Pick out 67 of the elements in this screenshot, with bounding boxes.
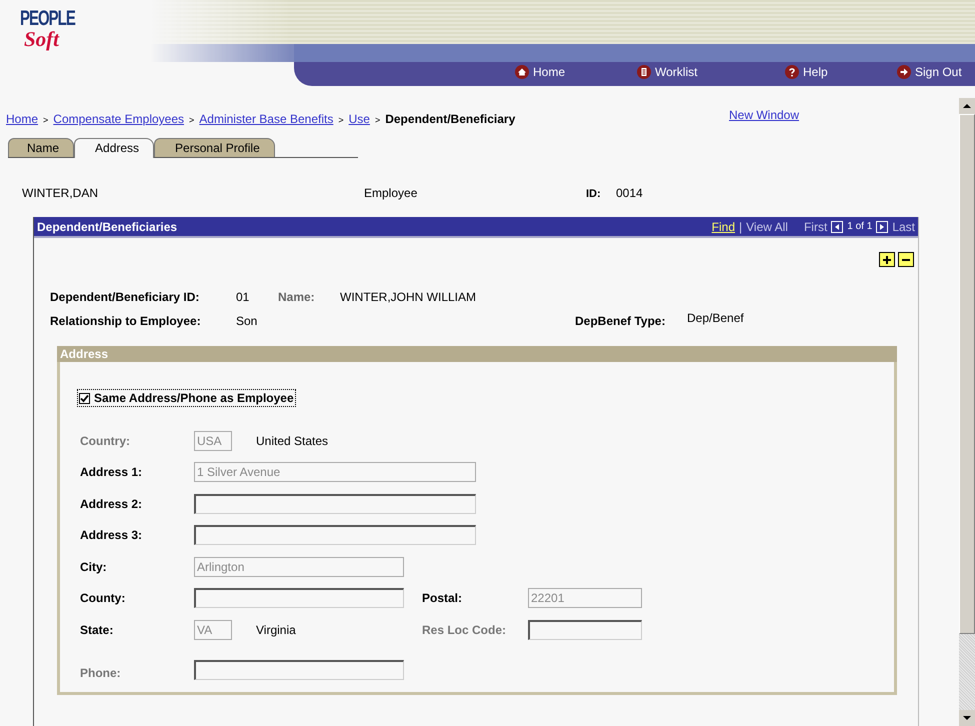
field-label: Relationship to Employee:	[50, 314, 202, 328]
id-value: 0014	[616, 186, 643, 200]
document-icon	[637, 65, 651, 79]
last-text: Last	[892, 220, 915, 234]
field-label: DepBenef Type:	[575, 314, 666, 328]
nav-link[interactable]: Worklist	[637, 64, 785, 80]
delete-row-icon[interactable]	[898, 252, 914, 267]
first-text: First	[804, 220, 828, 234]
field-label: Res Loc Code:	[422, 622, 508, 637]
next-icon[interactable]	[876, 220, 888, 232]
section-header: Address	[57, 346, 897, 362]
page-count: 1 of 1	[847, 221, 872, 232]
field-label: Postal:	[422, 591, 464, 606]
field-label: County:	[80, 591, 126, 606]
same-address-checkbox[interactable]: Same Address/Phone as Employee	[77, 389, 296, 407]
field-label: State:	[80, 622, 114, 637]
separator-text: >	[189, 115, 194, 125]
field-label: Address 1:	[80, 465, 144, 480]
separator-text: >	[374, 115, 380, 125]
previous-icon[interactable]	[831, 220, 844, 232]
separator-text: >	[338, 115, 344, 125]
id-label: ID:	[586, 188, 602, 200]
field-label: Address 3:	[80, 528, 144, 542]
input-field[interactable]	[194, 660, 404, 680]
separator-text: |	[739, 220, 742, 234]
field-label: City:	[80, 560, 108, 574]
field-label: Phone:	[80, 666, 122, 680]
nav-link[interactable]: Help	[785, 64, 897, 80]
tab[interactable]: Address	[74, 138, 154, 158]
breadcrumb-link[interactable]: Administer Base Benefits	[199, 112, 334, 126]
field-description: United States	[256, 434, 328, 448]
tab[interactable]: Name	[8, 138, 74, 157]
field-value: 01	[236, 290, 250, 304]
employee-name: WINTER,DAN	[22, 186, 99, 200]
breadcrumb-current: Dependent/Beneficiary	[385, 112, 516, 126]
field-label: Address 2:	[80, 496, 144, 511]
home-icon	[515, 65, 529, 79]
new-window-link[interactable]: New Window	[729, 108, 800, 122]
peoplesoft-logo: PEOPLE Soft	[20, 8, 74, 53]
field-label: Name:	[278, 290, 316, 304]
nav-link[interactable]: Home	[515, 64, 637, 80]
add-row-icon[interactable]	[879, 252, 895, 267]
nav-link[interactable]: Sign Out	[897, 64, 962, 80]
breadcrumb-link[interactable]: Home	[6, 112, 38, 126]
field-label: Dependent/Beneficiary ID:	[50, 290, 200, 304]
breadcrumb-link[interactable]: Use	[348, 112, 370, 126]
help-icon	[785, 65, 799, 79]
vertical-scrollbar[interactable]	[959, 98, 975, 726]
panel-title: Dependent/Beneficiaries	[37, 220, 178, 234]
input-field[interactable]	[194, 525, 476, 546]
field-label: Country:	[80, 434, 131, 448]
field-value: WINTER,JOHN WILLIAM	[340, 290, 476, 304]
input-field[interactable]	[194, 494, 476, 514]
scroll-down-icon[interactable]	[959, 710, 975, 726]
field-description: Virginia	[256, 622, 296, 637]
scroll-thumb[interactable]	[959, 114, 975, 634]
find-link[interactable]: Find	[712, 220, 736, 234]
check-icon	[80, 394, 89, 402]
view-all-link[interactable]: View All	[746, 220, 788, 234]
scroll-up-icon[interactable]	[959, 98, 975, 114]
separator-text: >	[43, 115, 48, 125]
input-field[interactable]	[194, 588, 404, 608]
breadcrumb-link[interactable]: Compensate Employees	[53, 112, 184, 126]
tab[interactable]: Personal Profile	[154, 138, 275, 157]
field-value: Dep/Benef	[687, 311, 744, 325]
field-value: Son	[236, 314, 258, 328]
employee-type: Employee	[364, 186, 418, 200]
